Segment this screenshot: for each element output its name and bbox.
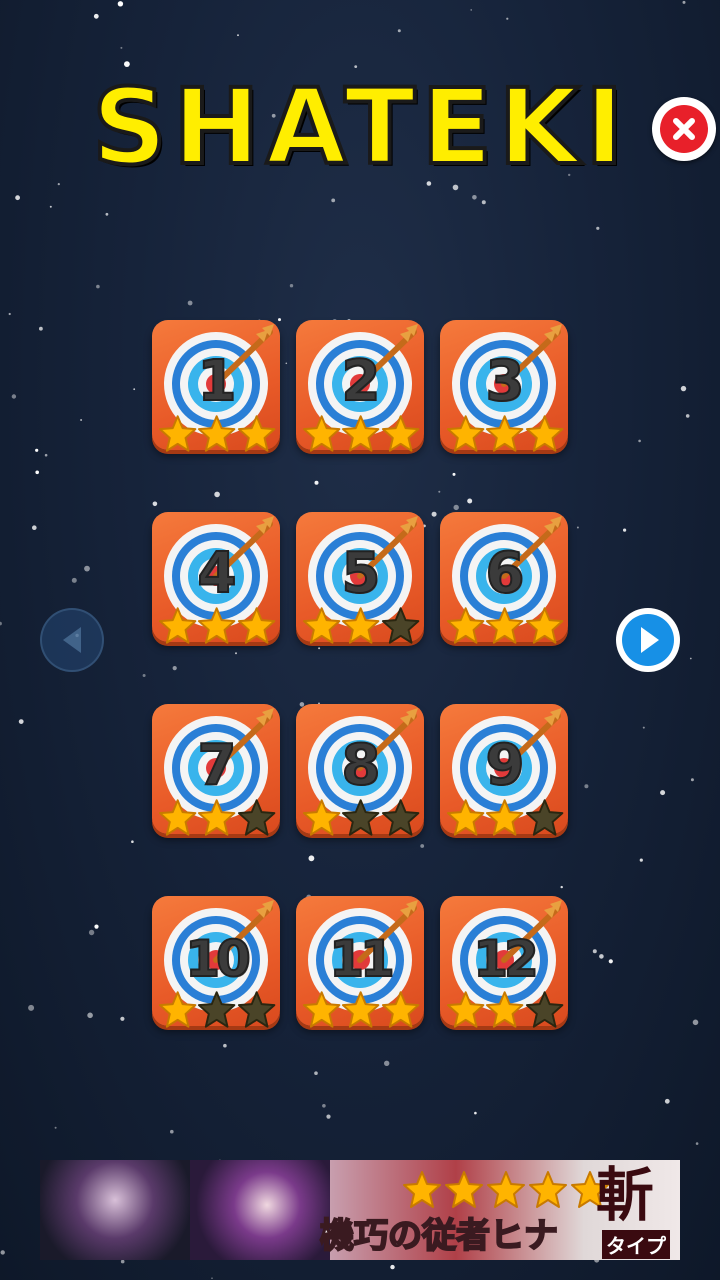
level-stars (302, 414, 420, 454)
level-button-4[interactable]: 4 (152, 512, 280, 644)
level-button-2[interactable]: 2 (296, 320, 424, 452)
star-filled-icon (342, 607, 380, 644)
ad-kanji: 斬 (596, 1161, 655, 1229)
game-title: SHATEKI (90, 66, 630, 188)
level-stars (158, 798, 276, 838)
level-stars (446, 798, 564, 838)
star-filled-icon (525, 607, 564, 644)
star-empty-icon (237, 991, 276, 1028)
ad-banner[interactable]: 機巧の従者ヒナ 斬 タイプ (40, 1160, 680, 1260)
level-stars (158, 606, 276, 646)
star-filled-icon (158, 415, 197, 452)
level-button-3[interactable]: 3 (440, 320, 568, 452)
level-button-5[interactable]: 5 (296, 512, 424, 644)
star-filled-icon (237, 607, 276, 644)
ad-character-image (40, 1160, 190, 1260)
star-empty-icon (381, 799, 420, 836)
star-filled-icon (198, 415, 236, 452)
star-filled-icon (403, 1171, 441, 1208)
star-filled-icon (302, 991, 341, 1028)
level-number: 9 (485, 733, 526, 798)
star-filled-icon (529, 1171, 567, 1208)
prev-page-button[interactable] (40, 608, 104, 672)
level-button-8[interactable]: 8 (296, 704, 424, 836)
star-filled-icon (237, 415, 276, 452)
star-empty-icon (525, 991, 564, 1028)
next-arrow-icon (641, 627, 659, 653)
star-empty-icon (237, 799, 276, 836)
level-stars (302, 606, 420, 646)
level-stars (446, 414, 564, 454)
star-filled-icon (158, 607, 197, 644)
level-stars (158, 414, 276, 454)
star-filled-icon (446, 607, 485, 644)
star-empty-icon (525, 799, 564, 836)
star-filled-icon (302, 607, 341, 644)
level-number: 12 (472, 930, 540, 988)
star-filled-icon (486, 799, 524, 836)
star-empty-icon (198, 991, 236, 1028)
level-number: 3 (485, 349, 526, 414)
ad-rating-stars (402, 1170, 610, 1210)
level-button-10[interactable]: 10 (152, 896, 280, 1028)
level-stars (446, 990, 564, 1030)
level-stars (302, 990, 420, 1030)
star-filled-icon (158, 799, 197, 836)
star-empty-icon (342, 799, 380, 836)
star-filled-icon (302, 415, 341, 452)
prev-arrow-icon (63, 627, 81, 653)
level-number: 6 (485, 541, 526, 606)
level-button-7[interactable]: 7 (152, 704, 280, 836)
next-page-button[interactable] (616, 608, 680, 672)
star-filled-icon (342, 991, 380, 1028)
star-filled-icon (446, 799, 485, 836)
level-number: 8 (341, 733, 382, 798)
level-stars (446, 606, 564, 646)
level-button-12[interactable]: 12 (440, 896, 568, 1028)
level-stars (158, 990, 276, 1030)
star-filled-icon (486, 607, 524, 644)
star-filled-icon (302, 799, 341, 836)
star-empty-icon (381, 607, 420, 644)
star-filled-icon (486, 991, 524, 1028)
level-number: 7 (197, 733, 238, 798)
star-filled-icon (525, 415, 564, 452)
star-filled-icon (342, 415, 380, 452)
star-filled-icon (158, 991, 197, 1028)
level-stars (302, 798, 420, 838)
star-filled-icon (198, 799, 236, 836)
level-number: 1 (197, 349, 238, 414)
ad-type-label: タイプ (602, 1230, 670, 1259)
ad-title: 機巧の従者ヒナ (319, 1215, 559, 1257)
star-filled-icon (487, 1171, 525, 1208)
close-button[interactable] (652, 97, 716, 161)
star-filled-icon (445, 1171, 483, 1208)
level-number: 2 (341, 349, 382, 414)
star-filled-icon (486, 415, 524, 452)
star-filled-icon (381, 415, 420, 452)
close-icon (660, 105, 708, 153)
level-number: 4 (197, 541, 238, 606)
ad-character-image (190, 1160, 330, 1260)
level-button-1[interactable]: 1 (152, 320, 280, 452)
star-filled-icon (446, 415, 485, 452)
star-filled-icon (446, 991, 485, 1028)
star-filled-icon (381, 991, 420, 1028)
level-number: 5 (341, 541, 382, 606)
level-number: 10 (184, 930, 252, 988)
level-button-9[interactable]: 9 (440, 704, 568, 836)
star-filled-icon (198, 607, 236, 644)
level-button-6[interactable]: 6 (440, 512, 568, 644)
level-button-11[interactable]: 11 (296, 896, 424, 1028)
level-number: 11 (328, 930, 396, 988)
